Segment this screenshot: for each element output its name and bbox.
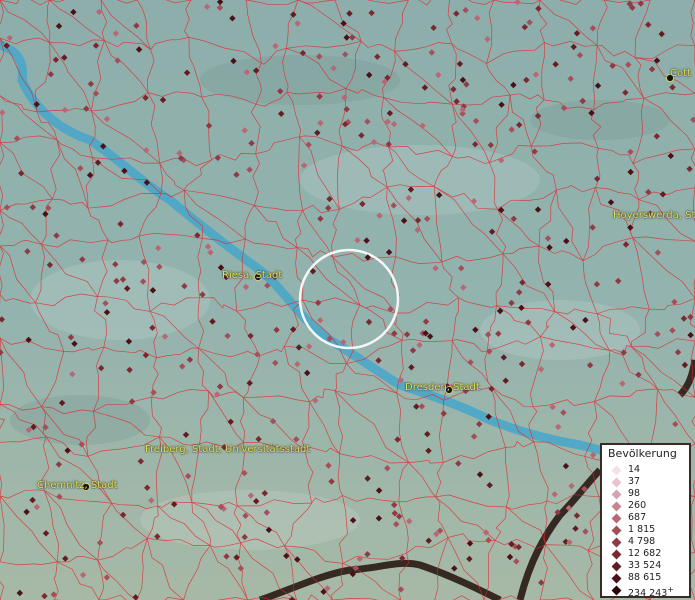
legend-entry: 260: [606, 500, 691, 512]
city-label-hoyerswerda[interactable]: Hoyerswerda, St: [613, 210, 695, 221]
map-canvas[interactable]: [0, 0, 695, 600]
legend-label: 234 243: [628, 584, 674, 600]
legend-swatch-icon: [611, 537, 622, 548]
legend-entry: 4 798: [606, 536, 691, 548]
legend-label: 98: [628, 488, 641, 499]
legend-label: 1 815: [628, 524, 656, 535]
legend-swatch-icon: [611, 465, 622, 476]
legend-swatch-icon: [611, 489, 622, 500]
legend-entry: 37: [606, 476, 691, 488]
legend-swatch-icon: [611, 585, 622, 596]
legend-label: 260: [628, 500, 647, 511]
legend-swatch-icon: [611, 525, 622, 536]
legend-entry: 33 524: [606, 560, 691, 572]
legend-label: 14: [628, 464, 641, 475]
city-label-riesa[interactable]: Riesa, Stadt: [222, 270, 282, 281]
legend-title: Bevölkerung: [608, 447, 677, 460]
legend-swatch-icon: [611, 573, 622, 584]
city-label-dresden[interactable]: Dresden, Stadt: [405, 382, 480, 393]
city-label-freiberg[interactable]: Freiberg, Stadt, Universitätsstadt: [145, 444, 310, 455]
city-label-cottbus[interactable]: Cott: [670, 68, 691, 79]
population-legend: Bevölkerung 14 37 98 260 687 1 815 4 798…: [600, 443, 691, 599]
city-label-chemnitz[interactable]: Chemnitz, Stadt: [37, 480, 118, 491]
legend-label: 4 798: [628, 536, 656, 547]
legend-swatch-icon: [611, 513, 622, 524]
legend-label: 33 524: [628, 560, 662, 571]
legend-entry: 1 815: [606, 524, 691, 536]
legend-entry: 88 615: [606, 572, 691, 584]
legend-swatch-icon: [611, 477, 622, 488]
legend-label: 687: [628, 512, 647, 523]
legend-swatch-icon: [611, 549, 622, 560]
legend-swatch-icon: [611, 561, 622, 572]
legend-label: 88 615: [628, 572, 662, 583]
legend-label: 12 682: [628, 548, 662, 559]
legend-entry: 14: [606, 464, 691, 476]
legend-entry: 12 682: [606, 548, 691, 560]
legend-label: 37: [628, 476, 641, 487]
legend-swatch-icon: [611, 501, 622, 512]
legend-entry: 687: [606, 512, 691, 524]
legend-entry: 98: [606, 488, 691, 500]
legend-entry: 234 243: [606, 584, 691, 599]
